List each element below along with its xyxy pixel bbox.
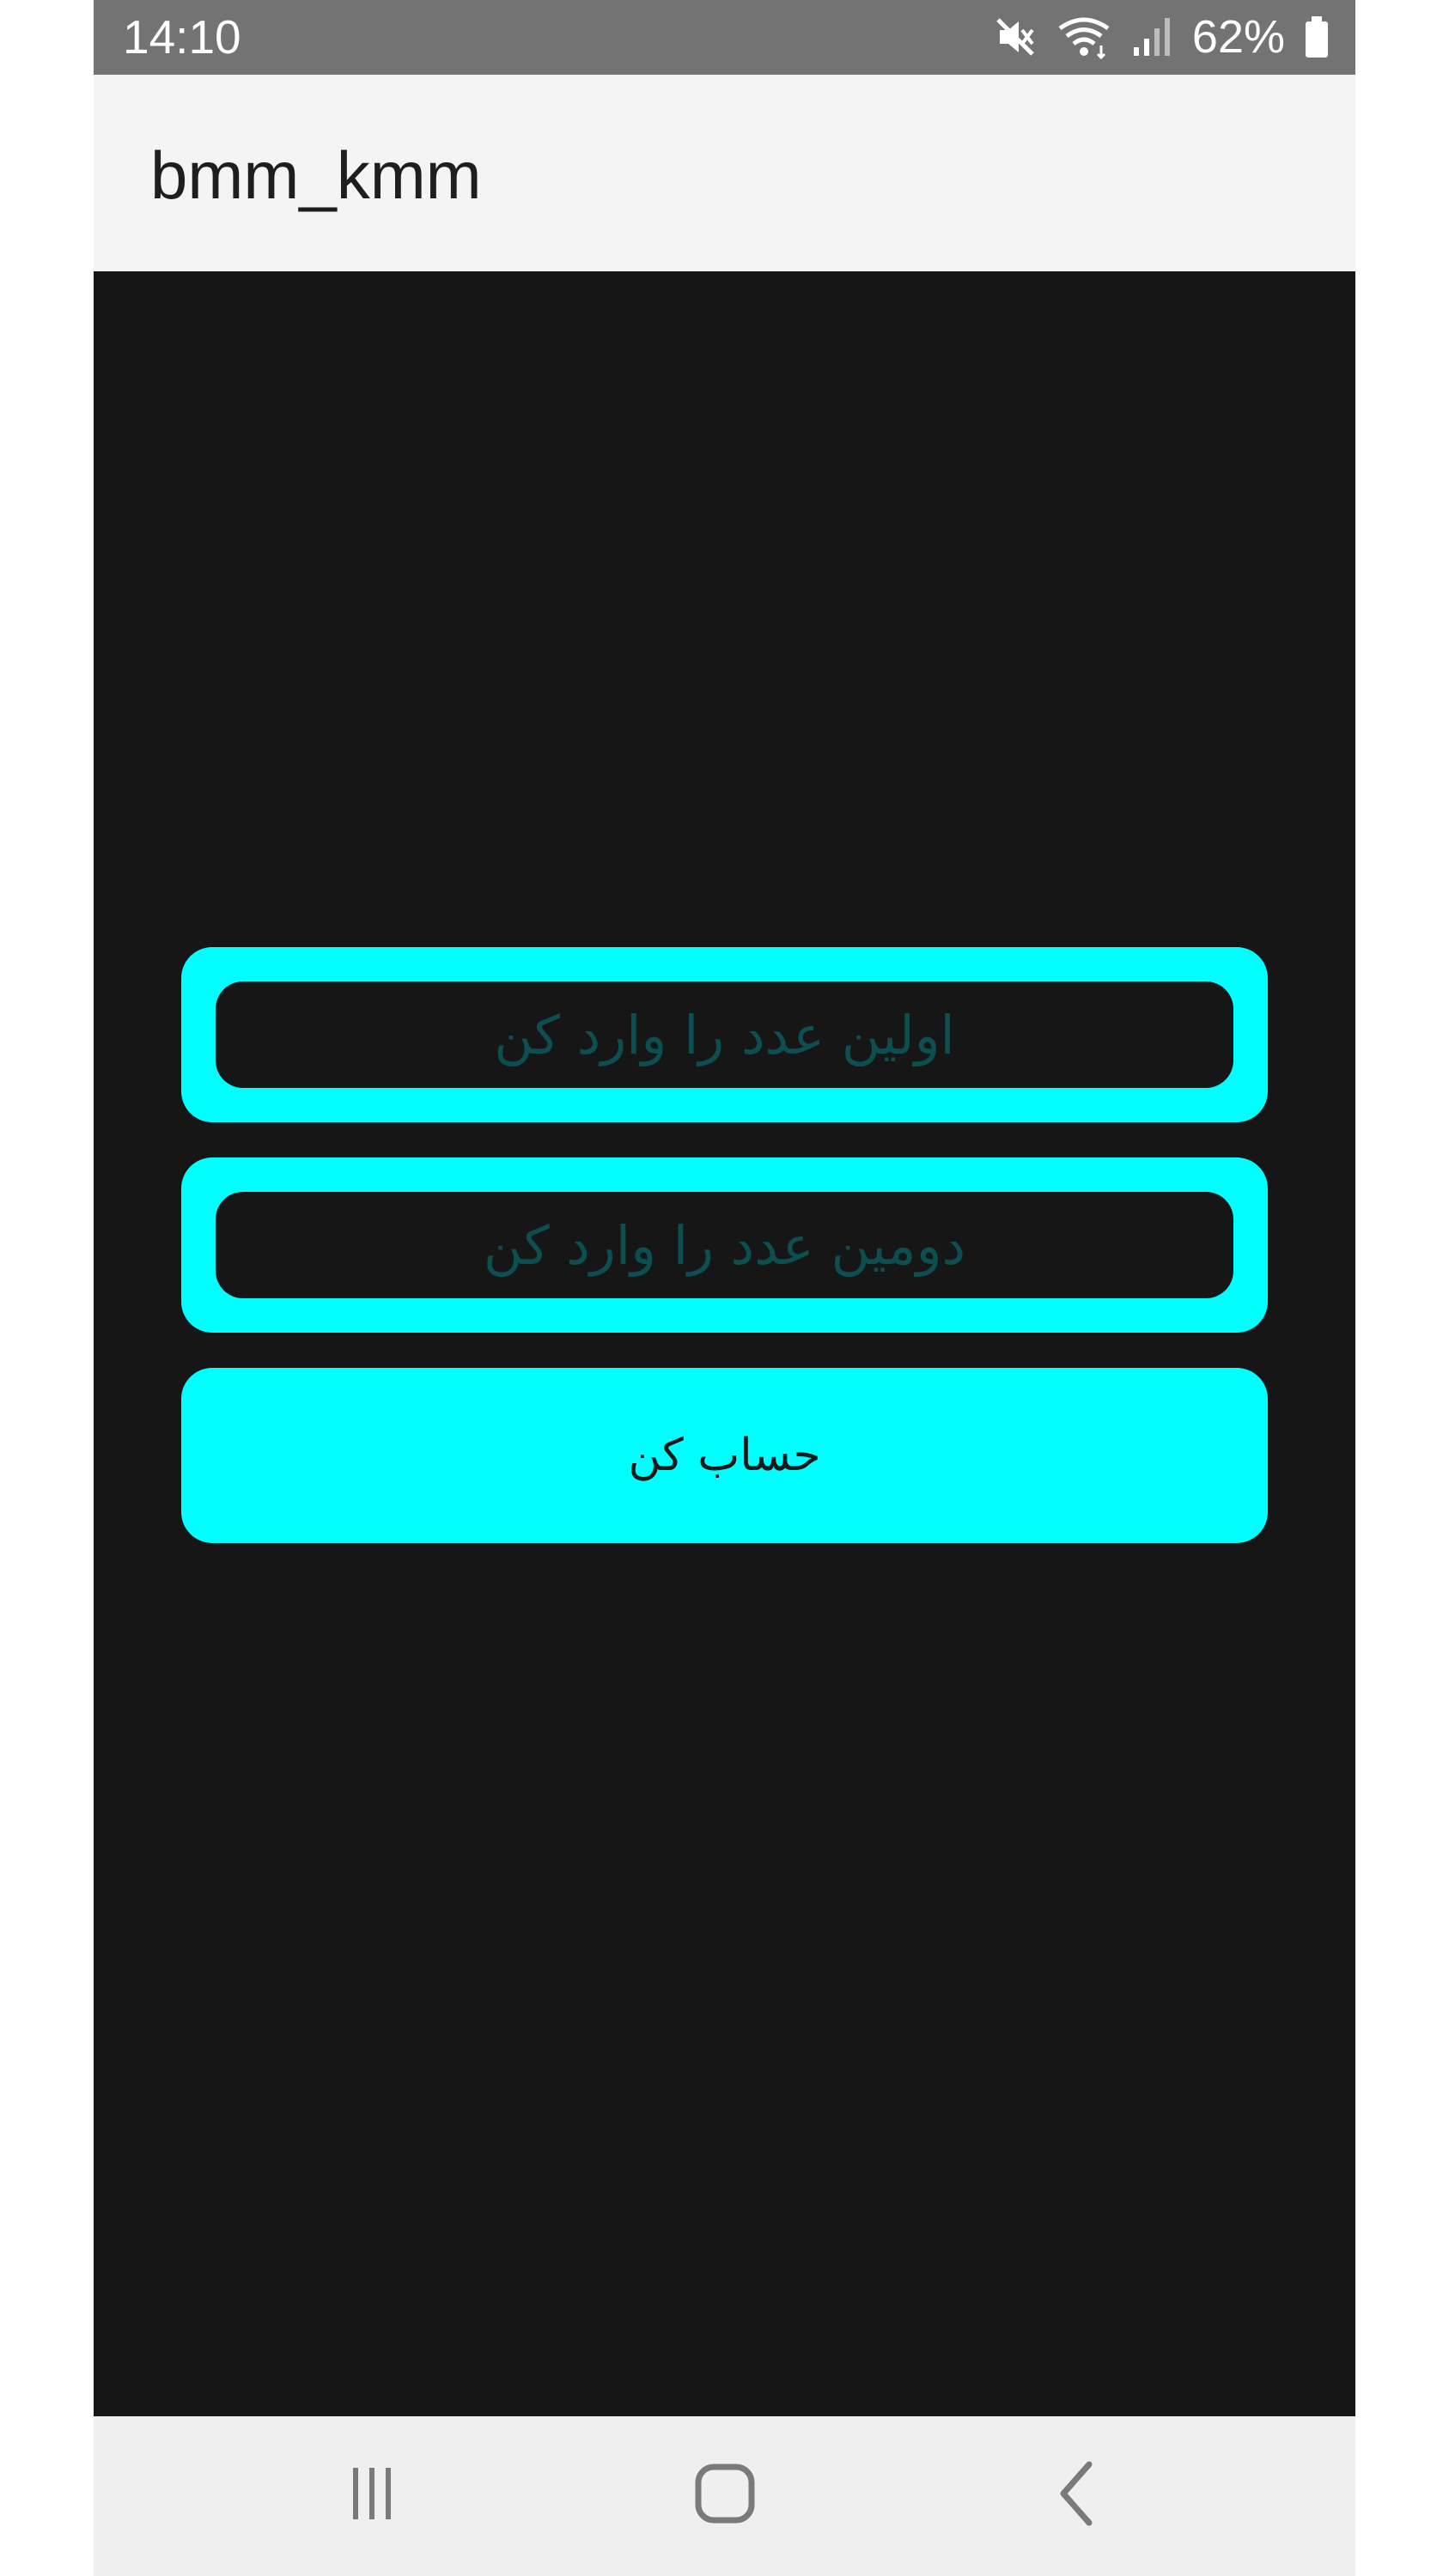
battery-icon [1304,15,1330,59]
battery-percent: 62% [1191,11,1285,63]
second-number-frame [181,1157,1268,1333]
recents-button[interactable] [329,2451,415,2537]
app-bar: bmm_kmm [94,75,1355,271]
back-icon [1060,2461,1093,2526]
first-number-frame [181,947,1268,1122]
app-title: bmm_kmm [150,137,482,213]
home-icon [695,2464,755,2524]
main-content: حساب کن [94,271,1355,2416]
second-number-container [216,1191,1233,1299]
signal-icon [1130,15,1173,59]
navigation-bar [94,2416,1355,2576]
mute-icon [993,15,1038,59]
second-number-input[interactable] [216,1191,1233,1299]
status-bar: 14:10 62% [94,0,1355,75]
calculate-button[interactable]: حساب کن [181,1368,1268,1543]
status-time: 14:10 [123,10,241,64]
first-number-input[interactable] [216,981,1233,1089]
home-button[interactable] [682,2451,768,2537]
phone-screen: 14:10 62% bmm_kmm اولین عدد را وارد کن د… [94,0,1355,2576]
recents-icon [353,2468,391,2519]
back-button[interactable] [1034,2451,1120,2537]
status-icons: 62% [993,7,1330,67]
wifi-icon [1056,15,1111,59]
first-number-container [216,981,1233,1089]
